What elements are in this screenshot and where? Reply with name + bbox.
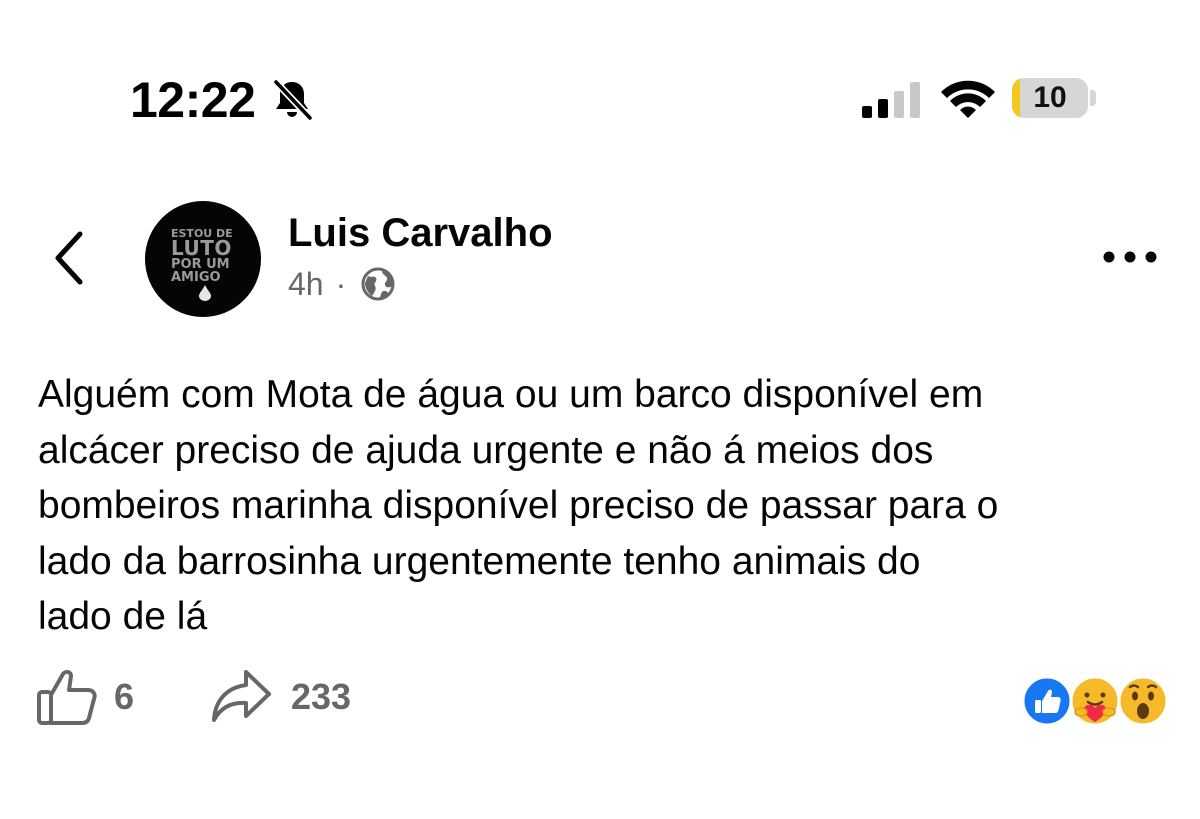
battery-percent: 10 [1033,81,1067,114]
avatar-caption: ESTOU DE LUTO POR UM AMIGO [171,228,241,284]
teardrop-icon [199,285,211,301]
avatar-line-4: AMIGO [171,270,221,285]
battery-tip [1090,90,1096,106]
more-horizontal-icon[interactable] [1100,248,1160,266]
signal-bar [894,91,904,118]
battery-icon: 10 [1012,78,1088,118]
care-reaction-icon [1069,675,1121,727]
wow-reaction-icon [1117,675,1169,727]
avatar[interactable]: ESTOU DE LUTO POR UM AMIGO [145,201,261,317]
bell-slash-icon [272,78,314,122]
author-name[interactable]: Luis Carvalho [288,210,553,256]
status-time: 12:22 [130,72,256,128]
signal-bar [878,99,888,118]
like-count[interactable]: 6 [114,676,134,718]
chevron-left-icon[interactable] [50,228,90,288]
reactions-summary[interactable] [1020,674,1170,728]
meta-separator: · [335,266,347,302]
cellular-signal-icon [862,82,920,118]
avatar-line-2: LUTO [171,236,232,260]
signal-bar [910,82,920,118]
like-reaction-icon [1021,675,1073,727]
post-text: Alguém com Mota de água ou um barco disp… [38,373,999,638]
like-icon[interactable] [36,668,98,726]
globe-icon [361,267,395,301]
post-time[interactable]: 4h [288,264,324,304]
post-meta: 4h · [288,264,396,304]
share-count[interactable]: 233 [291,676,351,718]
post-screen: 12:22 10 ESTOU DE LUTO POR UM AMIGO Luis… [0,0,1200,819]
signal-bar [862,106,872,118]
wifi-icon [941,80,995,118]
share-icon[interactable] [210,668,272,724]
